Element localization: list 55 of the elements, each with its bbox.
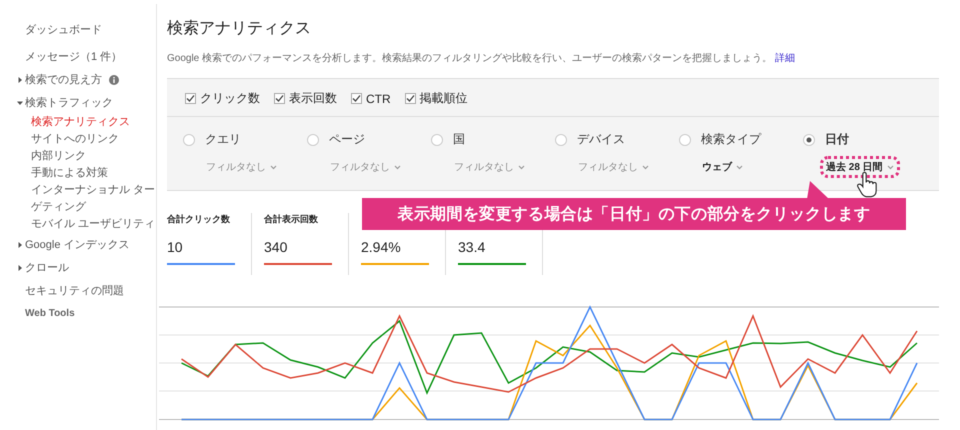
metric-value: 2.94% [361,239,402,255]
details-link[interactable]: 詳細 [774,53,795,64]
checked-checkbox[interactable] [274,93,285,104]
dimension-label: デバイス [577,131,625,148]
sidebar-item[interactable]: Web Tools [24,308,76,319]
expanded-arrow-icon[interactable] [16,98,24,106]
sidebar-subitem[interactable]: サイトへのリンク [0,131,156,148]
metric-toggle-label: 掲載順位 [420,90,468,107]
dimension-label: 日付 [825,131,849,148]
sidebar-item[interactable]: Google インデックス [24,237,131,252]
dimension-label: クエリ [205,131,241,148]
sidebar-item[interactable]: ダッシュボード [24,22,103,37]
metric-toggle-label: クリック数 [200,90,260,107]
collapsed-arrow-icon[interactable] [16,76,24,84]
collapsed-arrow-icon[interactable] [16,240,24,248]
dimension-label: ページ [329,131,365,148]
metric-value: 33.4 [458,239,486,255]
checked-checkbox[interactable] [351,93,362,104]
sidebar-subitem[interactable]: 手動による対策 [0,165,156,182]
radio-button[interactable] [307,134,319,146]
collapsed-arrow-icon[interactable] [16,264,24,272]
metric-toggle-label: CTR [366,92,391,106]
chevron-down-icon [270,164,277,170]
selected-radio-button[interactable] [803,134,815,146]
chevron-down-icon [394,164,401,170]
sidebar-subitem[interactable]: モバイル ユーザビリティ [0,216,156,233]
chevron-down-icon [736,164,743,170]
chevron-down-icon [886,164,894,170]
sidebar-item[interactable]: セキュリティの問題 [24,283,125,298]
filter-dropdown[interactable]: ウェブ [696,156,749,178]
radio-button[interactable] [431,134,443,146]
dimension-label: 検索タイプ [701,131,761,148]
metric-value: 10 [167,239,184,255]
chevron-down-icon [518,164,525,170]
page-description: Google 検索でのパフォーマンスを分析します。検索結果のフィルタリングや比較を行い、ユーザーの検索パターンを把握しましょう。 詳細 [167,52,795,65]
sidebar-item[interactable]: クロール [24,260,70,275]
sidebar-item[interactable]: メッセージ（1 件） [24,49,124,64]
radio-button[interactable] [679,134,691,146]
sidebar-item[interactable]: 検索での見え方 [24,72,103,87]
metric-label: 合計クリック数 [167,213,231,225]
dimension-label: 国 [453,131,465,148]
sidebar-item[interactable]: 検索トラフィック [24,95,114,110]
radio-button[interactable] [555,134,567,146]
sidebar-subitem[interactable]: 内部リンク [0,148,156,165]
checked-checkbox[interactable] [404,93,416,104]
metric-value: 340 [264,239,288,255]
checked-checkbox[interactable] [185,93,196,104]
metric-label: 合計表示回数 [264,213,319,225]
info-icon[interactable] [109,74,119,84]
metric-toggle-label: 表示回数 [289,90,337,107]
sidebar-subitem[interactable]: インターナショナル ターゲティング [0,182,156,216]
page-title: 検索アナリティクス [167,18,311,39]
radio-button[interactable] [183,134,195,146]
chevron-down-icon [642,164,649,170]
sidebar-subitem[interactable]: 検索アナリティクス [0,114,156,131]
